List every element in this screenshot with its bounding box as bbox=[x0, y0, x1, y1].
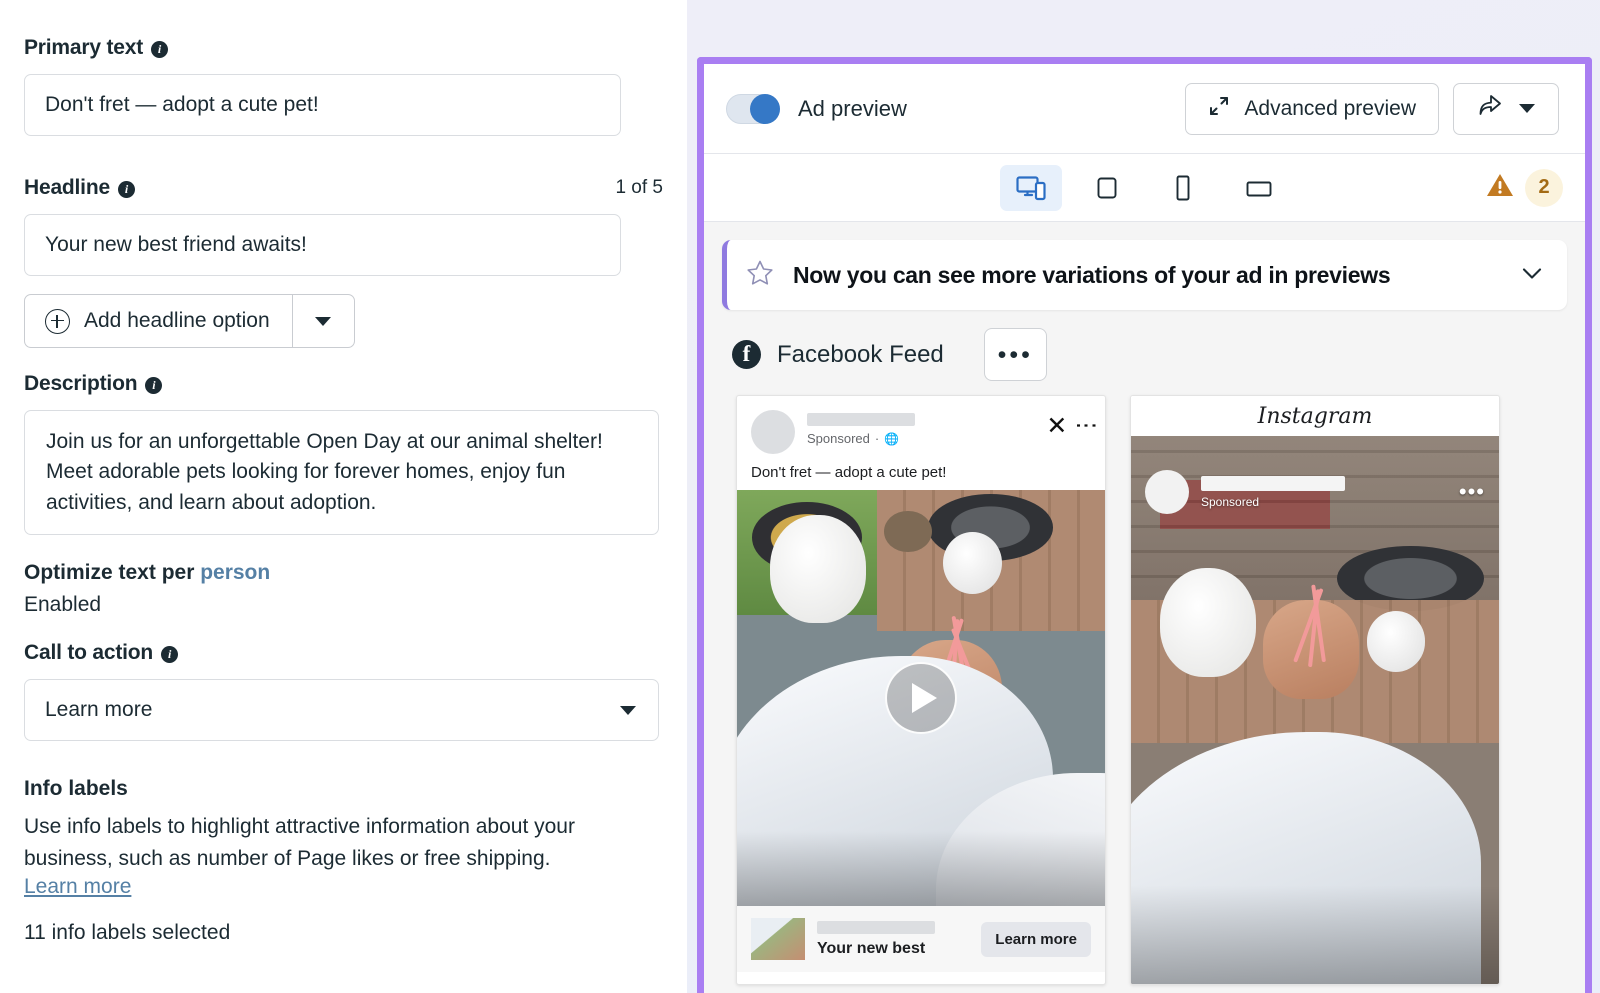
ad-creation-screen: Primary text i Don't fret — adopt a cute… bbox=[0, 0, 1600, 993]
facebook-ad-preview-card[interactable]: Sponsored · 🌐 ✕ ⋮ Don't fret — adopt a c… bbox=[736, 395, 1106, 985]
add-headline-option-button[interactable]: Add headline option bbox=[25, 295, 293, 347]
facebook-card-headline: Your new best bbox=[817, 939, 926, 957]
expand-arrows-icon bbox=[1208, 95, 1230, 123]
chevron-down-icon bbox=[620, 705, 636, 715]
advanced-preview-button[interactable]: Advanced preview bbox=[1185, 82, 1439, 135]
ad-preview-toggle[interactable] bbox=[726, 93, 780, 124]
card-clip-mask bbox=[1577, 222, 1585, 993]
instagram-card-overlay-header: Sponsored ••• bbox=[1131, 470, 1499, 514]
avatar bbox=[751, 410, 795, 454]
call-to-action-label: Call to action i bbox=[24, 641, 663, 665]
primary-text-input[interactable]: Don't fret — adopt a cute pet! bbox=[24, 74, 621, 136]
instagram-card-media[interactable]: Sponsored ••• bbox=[1131, 436, 1499, 984]
description-label-text: Description bbox=[24, 372, 138, 395]
info-icon[interactable]: i bbox=[161, 645, 179, 663]
placement-name: Facebook Feed bbox=[777, 340, 944, 368]
primary-text-value: Don't fret — adopt a cute pet! bbox=[45, 92, 319, 116]
optimize-text-heading: Optimize text per person bbox=[24, 561, 663, 585]
share-menu-button[interactable] bbox=[1453, 82, 1559, 135]
optimize-text-person-link[interactable]: person bbox=[200, 561, 270, 584]
placement-header: f Facebook Feed ••• bbox=[704, 310, 1585, 381]
ad-image bbox=[1131, 436, 1499, 984]
headline-label: Headline i bbox=[24, 176, 135, 200]
plus-circle-icon bbox=[45, 308, 70, 334]
info-labels-selected-count: 11 info labels selected bbox=[24, 921, 231, 945]
cta-domain-placeholder bbox=[817, 920, 935, 934]
warnings-indicator[interactable]: 2 bbox=[1485, 168, 1563, 207]
description-value: Join us for an unforgettable Open Day at… bbox=[46, 430, 603, 514]
sponsored-row: Sponsored · 🌐 bbox=[807, 431, 1034, 446]
info-icon[interactable]: i bbox=[145, 376, 163, 394]
share-icon bbox=[1477, 94, 1503, 124]
device-tab-vertical[interactable] bbox=[1152, 165, 1214, 211]
info-labels-learn-more-link[interactable]: Learn more bbox=[24, 875, 131, 899]
facebook-icon: f bbox=[732, 340, 761, 369]
instagram-ad-preview-card[interactable]: Instagram Sponsored ••• bbox=[1130, 395, 1500, 985]
preview-cards: Sponsored · 🌐 ✕ ⋮ Don't fret — adopt a c… bbox=[704, 381, 1585, 985]
more-options-icon[interactable]: ••• bbox=[1459, 481, 1485, 503]
preview-highlight-frame: Ad preview Advanced preview 2 Now you ca… bbox=[697, 57, 1592, 993]
device-tab-square[interactable] bbox=[1076, 165, 1138, 211]
chevron-down-icon[interactable] bbox=[1519, 260, 1545, 291]
preview-notice-title: Now you can see more variations of your … bbox=[793, 261, 1391, 288]
info-labels-description: Use info labels to highlight attractive … bbox=[24, 815, 575, 871]
description-label: Description i bbox=[24, 372, 663, 396]
device-format-tabs: 2 bbox=[704, 154, 1585, 222]
sponsored-label: Sponsored bbox=[1201, 494, 1260, 509]
call-to-action-value: Learn more bbox=[45, 698, 153, 722]
preview-scroll-area[interactable]: Now you can see more variations of your … bbox=[704, 222, 1585, 993]
ad-creative-form: Primary text i Don't fret — adopt a cute… bbox=[0, 0, 687, 993]
info-icon[interactable]: i bbox=[151, 40, 168, 58]
facebook-card-primary-text: Don't fret — adopt a cute pet! bbox=[751, 464, 947, 481]
primary-text-label: Primary text i bbox=[24, 36, 663, 60]
call-to-action-select[interactable]: Learn more bbox=[24, 679, 659, 742]
device-tab-all-devices[interactable] bbox=[999, 164, 1062, 211]
avatar bbox=[1145, 470, 1189, 514]
instagram-card-header: Instagram bbox=[1131, 396, 1499, 436]
headline-counter: 1 of 5 bbox=[615, 177, 663, 198]
optimize-text-status: Enabled bbox=[24, 593, 102, 617]
separator: · bbox=[874, 431, 880, 446]
preview-notice-banner[interactable]: Now you can see more variations of your … bbox=[722, 240, 1567, 310]
call-to-action-label-text: Call to action bbox=[24, 641, 154, 665]
star-icon bbox=[745, 258, 775, 293]
close-icon[interactable]: ✕ bbox=[1046, 414, 1067, 439]
add-headline-dropdown-button[interactable] bbox=[293, 295, 354, 347]
play-button[interactable] bbox=[885, 662, 957, 734]
add-headline-option-group[interactable]: Add headline option bbox=[24, 294, 355, 348]
ad-preview-toggle-label: Ad preview bbox=[798, 95, 907, 121]
headline-value: Your new best friend awaits! bbox=[45, 232, 307, 256]
chevron-down-icon bbox=[1519, 104, 1535, 113]
toggle-knob bbox=[750, 93, 780, 124]
placement-menu-button[interactable]: ••• bbox=[983, 328, 1047, 381]
preview-header: Ad preview Advanced preview bbox=[704, 64, 1585, 154]
sponsored-label: Sponsored bbox=[807, 431, 870, 446]
more-options-icon[interactable]: ⋮ bbox=[1074, 414, 1100, 437]
page-name-placeholder bbox=[1201, 475, 1345, 491]
advanced-preview-label: Advanced preview bbox=[1244, 96, 1416, 120]
add-headline-option-label: Add headline option bbox=[84, 309, 270, 332]
ad-preview-panel: Ad preview Advanced preview 2 Now you ca… bbox=[687, 0, 1600, 993]
optimize-text-prefix: Optimize text per bbox=[24, 561, 201, 585]
facebook-card-cta-bar: Your new best Learn more bbox=[737, 906, 1105, 972]
warning-triangle-icon bbox=[1485, 171, 1515, 204]
facebook-card-media[interactable] bbox=[737, 490, 1105, 906]
info-labels-heading: Info labels bbox=[24, 777, 128, 801]
warning-count-badge: 2 bbox=[1525, 168, 1563, 207]
headline-label-text: Headline bbox=[24, 176, 110, 199]
cta-thumbnail bbox=[751, 918, 805, 960]
device-tab-landscape[interactable] bbox=[1228, 165, 1290, 211]
description-input[interactable]: Join us for an unforgettable Open Day at… bbox=[24, 410, 659, 536]
info-icon[interactable]: i bbox=[117, 180, 135, 198]
globe-icon: 🌐 bbox=[884, 431, 900, 446]
facebook-card-header: Sponsored · 🌐 ✕ ⋮ bbox=[737, 396, 1105, 454]
page-name-placeholder bbox=[807, 413, 915, 426]
instagram-wordmark: Instagram bbox=[1257, 403, 1373, 429]
chevron-down-icon bbox=[315, 316, 332, 326]
primary-text-label-text: Primary text bbox=[24, 36, 143, 59]
facebook-card-cta-button[interactable]: Learn more bbox=[981, 921, 1091, 957]
headline-input[interactable]: Your new best friend awaits! bbox=[24, 214, 621, 276]
